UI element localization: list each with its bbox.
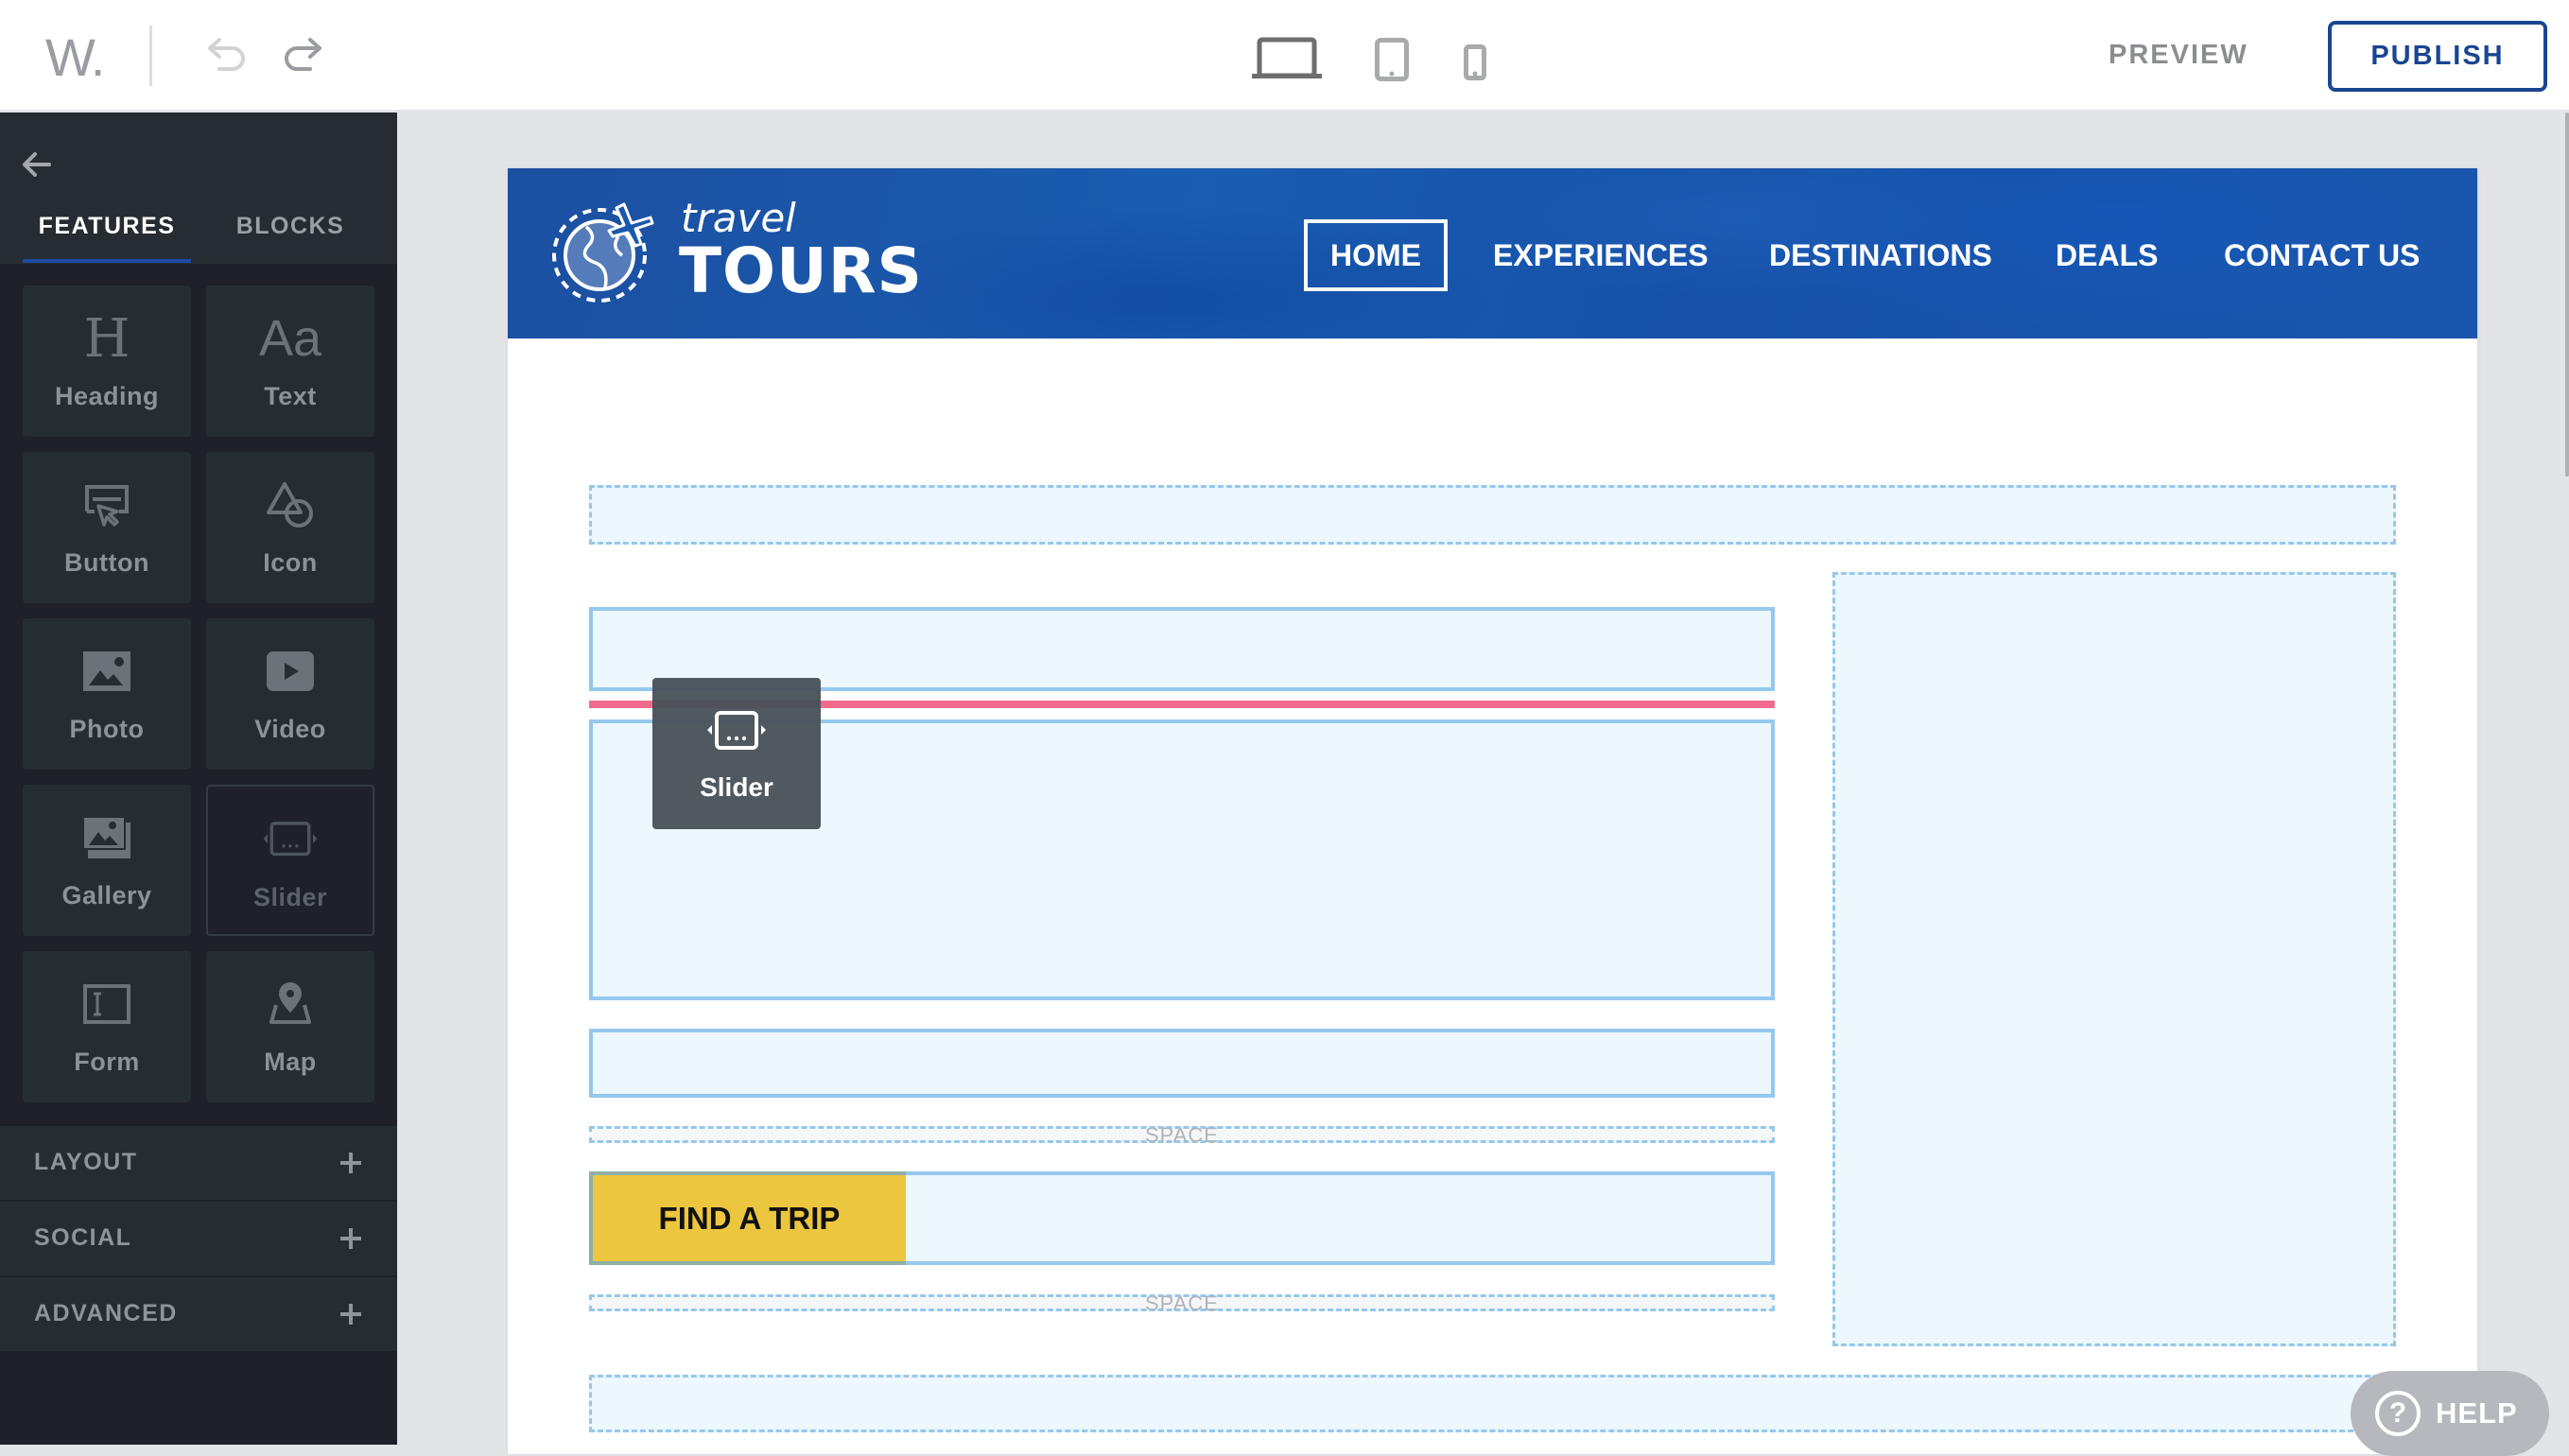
map-pin-icon <box>262 976 319 1032</box>
publish-button[interactable]: PUBLISH <box>2328 21 2547 92</box>
tile-label: Form <box>74 1048 140 1076</box>
dropzone-right-column[interactable] <box>1832 572 2396 1346</box>
nav-experiences[interactable]: EXPERIENCES <box>1493 219 1709 291</box>
tile-map[interactable]: Map <box>206 951 374 1102</box>
tile-form[interactable]: Form <box>23 951 191 1102</box>
help-button[interactable]: ? HELP <box>2351 1371 2549 1456</box>
tile-video[interactable]: Video <box>206 618 374 770</box>
sidebar-header: FEATURES BLOCKS <box>0 113 397 264</box>
gallery-icon <box>78 809 135 866</box>
spacer-block[interactable]: SPACE <box>589 1291 1775 1315</box>
brand-name-large: TOURS <box>679 234 924 307</box>
canvas-scrollbar[interactable] <box>2565 113 2569 477</box>
top-toolbar: W. PREVIEW PUBLISH <box>0 0 2569 112</box>
section-title: LAYOUT <box>34 1149 138 1175</box>
photo-icon <box>78 643 135 700</box>
plus-icon <box>340 1228 361 1249</box>
sidebar: FEATURES BLOCKS H Heading Aa Text Button… <box>0 113 397 1445</box>
desktop-view-button[interactable] <box>1250 34 1326 83</box>
phone-icon <box>1464 44 1486 80</box>
tile-gallery[interactable]: Gallery <box>23 785 191 936</box>
active-tab-indicator <box>23 259 191 263</box>
nav-destinations[interactable]: DESTINATIONS <box>1769 219 1992 291</box>
tile-icon[interactable]: Icon <box>206 452 374 603</box>
content-block-3[interactable] <box>589 1029 1775 1098</box>
tile-photo[interactable]: Photo <box>23 618 191 770</box>
text-icon: Aa <box>258 310 322 367</box>
dropzone-bottom-section[interactable] <box>589 1375 2396 1432</box>
section-advanced[interactable]: ADVANCED <box>0 1277 397 1351</box>
help-label: HELP <box>2436 1396 2518 1430</box>
tile-label: Map <box>264 1048 317 1076</box>
nav-contact-us[interactable]: CONTACT US <box>2224 219 2420 291</box>
dropzone-top-section[interactable] <box>589 485 2396 545</box>
tile-label: Text <box>264 382 317 410</box>
nav-deals[interactable]: DEALS <box>2056 219 2158 291</box>
app-logo[interactable]: W. <box>45 26 105 88</box>
dragging-slider-tile[interactable]: Slider <box>652 678 821 829</box>
drag-label: Slider <box>700 772 773 802</box>
tile-label: Slider <box>252 883 328 911</box>
plus-icon <box>340 1153 361 1173</box>
back-button[interactable] <box>21 150 53 179</box>
section-layout[interactable]: LAYOUT <box>0 1126 397 1200</box>
tile-label: Gallery <box>61 881 152 910</box>
tab-features[interactable]: FEATURES <box>23 207 191 245</box>
form-icon <box>78 976 135 1032</box>
nav-home[interactable]: HOME <box>1304 219 1448 291</box>
shapes-icon <box>262 477 319 533</box>
section-title: SOCIAL <box>34 1224 132 1251</box>
plus-icon <box>340 1304 361 1325</box>
video-icon <box>262 643 319 700</box>
tile-label: Video <box>254 715 326 743</box>
section-title: ADVANCED <box>34 1300 178 1326</box>
divider <box>149 26 152 86</box>
heading-icon: H <box>83 307 130 370</box>
slider-icon <box>262 811 319 868</box>
tablet-view-button[interactable] <box>1371 36 1413 83</box>
undo-button[interactable] <box>203 34 251 76</box>
tab-blocks[interactable]: BLOCKS <box>206 207 374 245</box>
phone-view-button[interactable] <box>1463 43 1487 81</box>
tile-button[interactable]: Button <box>23 452 191 603</box>
tile-text[interactable]: Aa Text <box>206 286 374 437</box>
tile-label: Heading <box>54 382 159 410</box>
spacer-label: SPACE <box>1145 1291 1219 1315</box>
tile-label: Button <box>64 548 149 577</box>
find-a-trip-button[interactable]: FIND A TRIP <box>589 1171 906 1265</box>
redo-button[interactable] <box>279 34 326 76</box>
tablet-icon <box>1375 38 1409 81</box>
globe-plane-logo-icon <box>550 199 656 304</box>
tile-slider[interactable]: Slider <box>206 785 374 936</box>
tile-label: Photo <box>69 715 145 743</box>
spacer-label: SPACE <box>1145 1123 1219 1147</box>
undo-icon <box>208 38 245 71</box>
tile-label: Icon <box>263 548 318 577</box>
button-icon <box>78 477 135 533</box>
slider-icon <box>705 710 768 752</box>
tile-heading[interactable]: H Heading <box>23 286 191 437</box>
question-circle-icon: ? <box>2375 1391 2421 1436</box>
section-social[interactable]: SOCIAL <box>0 1202 397 1275</box>
desktop-icon <box>1252 37 1322 78</box>
arrow-left-icon <box>23 152 51 177</box>
preview-button[interactable]: PREVIEW <box>2109 34 2248 76</box>
spacer-block[interactable]: SPACE <box>589 1123 1775 1147</box>
redo-icon <box>285 38 321 71</box>
